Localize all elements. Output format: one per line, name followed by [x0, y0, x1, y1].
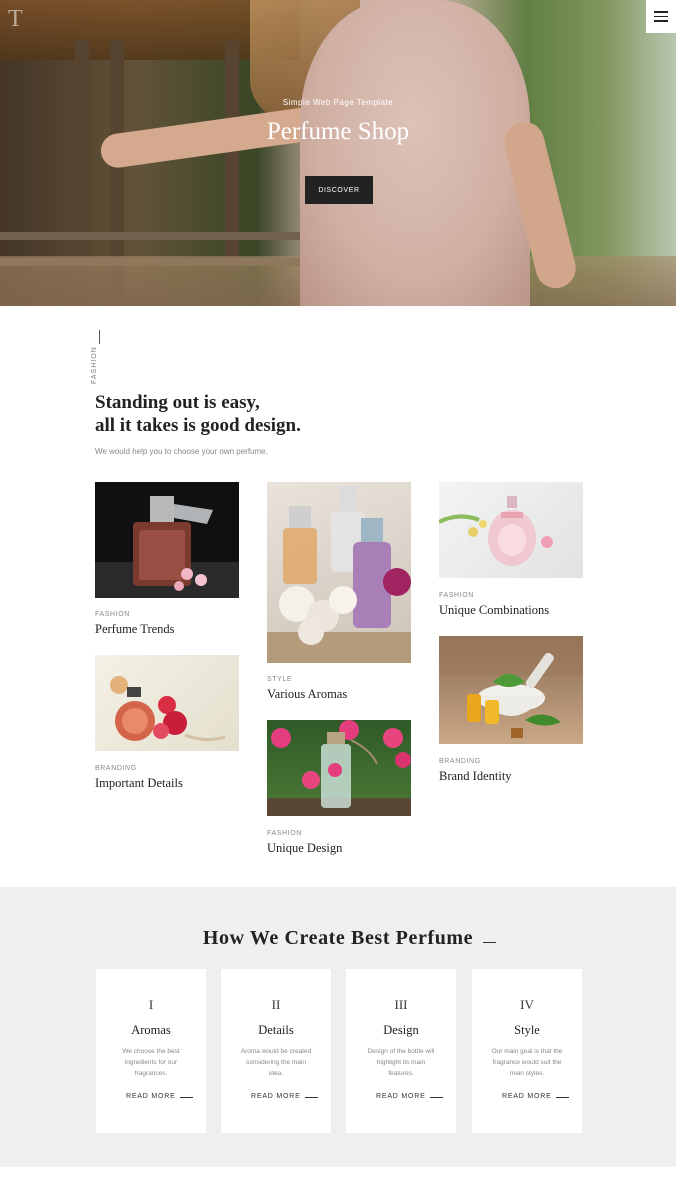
- step-title: Style: [514, 1023, 540, 1037]
- process-title: How We Create Best Perfume: [202, 927, 474, 949]
- step-text: Aroma would be created considering the m…: [240, 1048, 312, 1077]
- read-more-link[interactable]: READ MORE: [376, 1093, 426, 1100]
- hamburger-icon-bar: [654, 20, 668, 22]
- step-numeral: IV: [520, 997, 534, 1012]
- step-numeral: III: [394, 997, 408, 1012]
- card-title[interactable]: Perfume Trends: [95, 622, 175, 637]
- perfume-bottle-illustration: [439, 636, 583, 738]
- intro-text: We would help you to choose your own per…: [95, 447, 268, 456]
- read-more-link[interactable]: READ MORE: [502, 1093, 552, 1100]
- perfume-bottle-image[interactable]: [267, 720, 411, 816]
- card-category: FASHION: [267, 830, 302, 837]
- card-title[interactable]: Unique Design: [267, 841, 342, 856]
- step-title: Details: [258, 1023, 294, 1037]
- step-title: Aromas: [131, 1023, 171, 1037]
- card-title[interactable]: Important Details: [95, 776, 183, 791]
- intro-title-line: Standing out is easy,: [95, 392, 260, 413]
- site-logo[interactable]: T: [8, 6, 23, 33]
- hero-title: Perfume Shop: [266, 118, 410, 145]
- perfume-bottle-illustration: [267, 720, 411, 816]
- step-numeral: I: [148, 997, 154, 1012]
- perfume-bottle-image[interactable]: [439, 636, 583, 744]
- hamburger-icon-bar: [654, 15, 668, 18]
- read-more-link[interactable]: READ MORE: [251, 1093, 301, 1100]
- read-more-arrow-line: [556, 1097, 569, 1098]
- card-category: STYLE: [267, 676, 293, 683]
- hamburger-icon-bar: [654, 11, 668, 13]
- card-category: BRANDING: [439, 758, 481, 765]
- hero-overlay: [0, 0, 676, 306]
- perfume-bottle-illustration: [439, 496, 553, 566]
- perfume-bottle-illustration: [95, 496, 239, 598]
- process-step-card: IV Style Our main goal is that the fragr…: [472, 969, 582, 1133]
- perfume-bottle-illustration: [110, 676, 226, 742]
- discover-button[interactable]: DISCOVER: [305, 176, 373, 204]
- perfume-bottle-image[interactable]: [439, 482, 583, 578]
- step-title: Design: [383, 1023, 419, 1037]
- card-title[interactable]: Brand Identity: [439, 769, 512, 784]
- read-more-arrow-line: [180, 1097, 193, 1098]
- card-category: FASHION: [95, 611, 130, 618]
- read-more-link[interactable]: READ MORE: [126, 1093, 176, 1100]
- hero-banner: T Simple Web Page Template Perfume Shop …: [0, 0, 676, 306]
- intro-title: Standing out is easy, all it takes is go…: [95, 391, 301, 437]
- perfume-bottle-image[interactable]: [95, 482, 239, 598]
- vertical-divider: [99, 330, 100, 344]
- perfume-bottle-illustration: [267, 486, 411, 663]
- process-step-card: III Design Design of the bottle will hig…: [346, 969, 456, 1133]
- title-dash: [483, 942, 496, 943]
- perfume-bottle-image[interactable]: [95, 655, 239, 751]
- step-text: We choose the best ingredients for our f…: [122, 1048, 180, 1077]
- process-step-card: II Details Aroma would be created consid…: [221, 969, 331, 1133]
- hamburger-icon[interactable]: [646, 0, 676, 33]
- read-more-arrow-line: [305, 1097, 318, 1098]
- step-numeral: II: [271, 997, 281, 1012]
- vertical-tag: FASHION: [91, 346, 98, 384]
- perfume-bottle-image[interactable]: [267, 482, 411, 663]
- card-title[interactable]: Unique Combinations: [439, 603, 549, 618]
- card-category: FASHION: [439, 592, 474, 599]
- step-text: Our main goal is that the fragrance woul…: [491, 1048, 563, 1077]
- card-category: BRANDING: [95, 765, 137, 772]
- intro-title-line: all it takes is good design.: [95, 415, 301, 436]
- card-title[interactable]: Various Aromas: [267, 687, 347, 702]
- read-more-arrow-line: [430, 1097, 443, 1098]
- step-text: Design of the bottle will highlight its …: [367, 1048, 435, 1077]
- hero-subtitle: Simple Web Page Template: [282, 98, 394, 107]
- process-step-card: I Aromas We choose the best ingredients …: [96, 969, 206, 1133]
